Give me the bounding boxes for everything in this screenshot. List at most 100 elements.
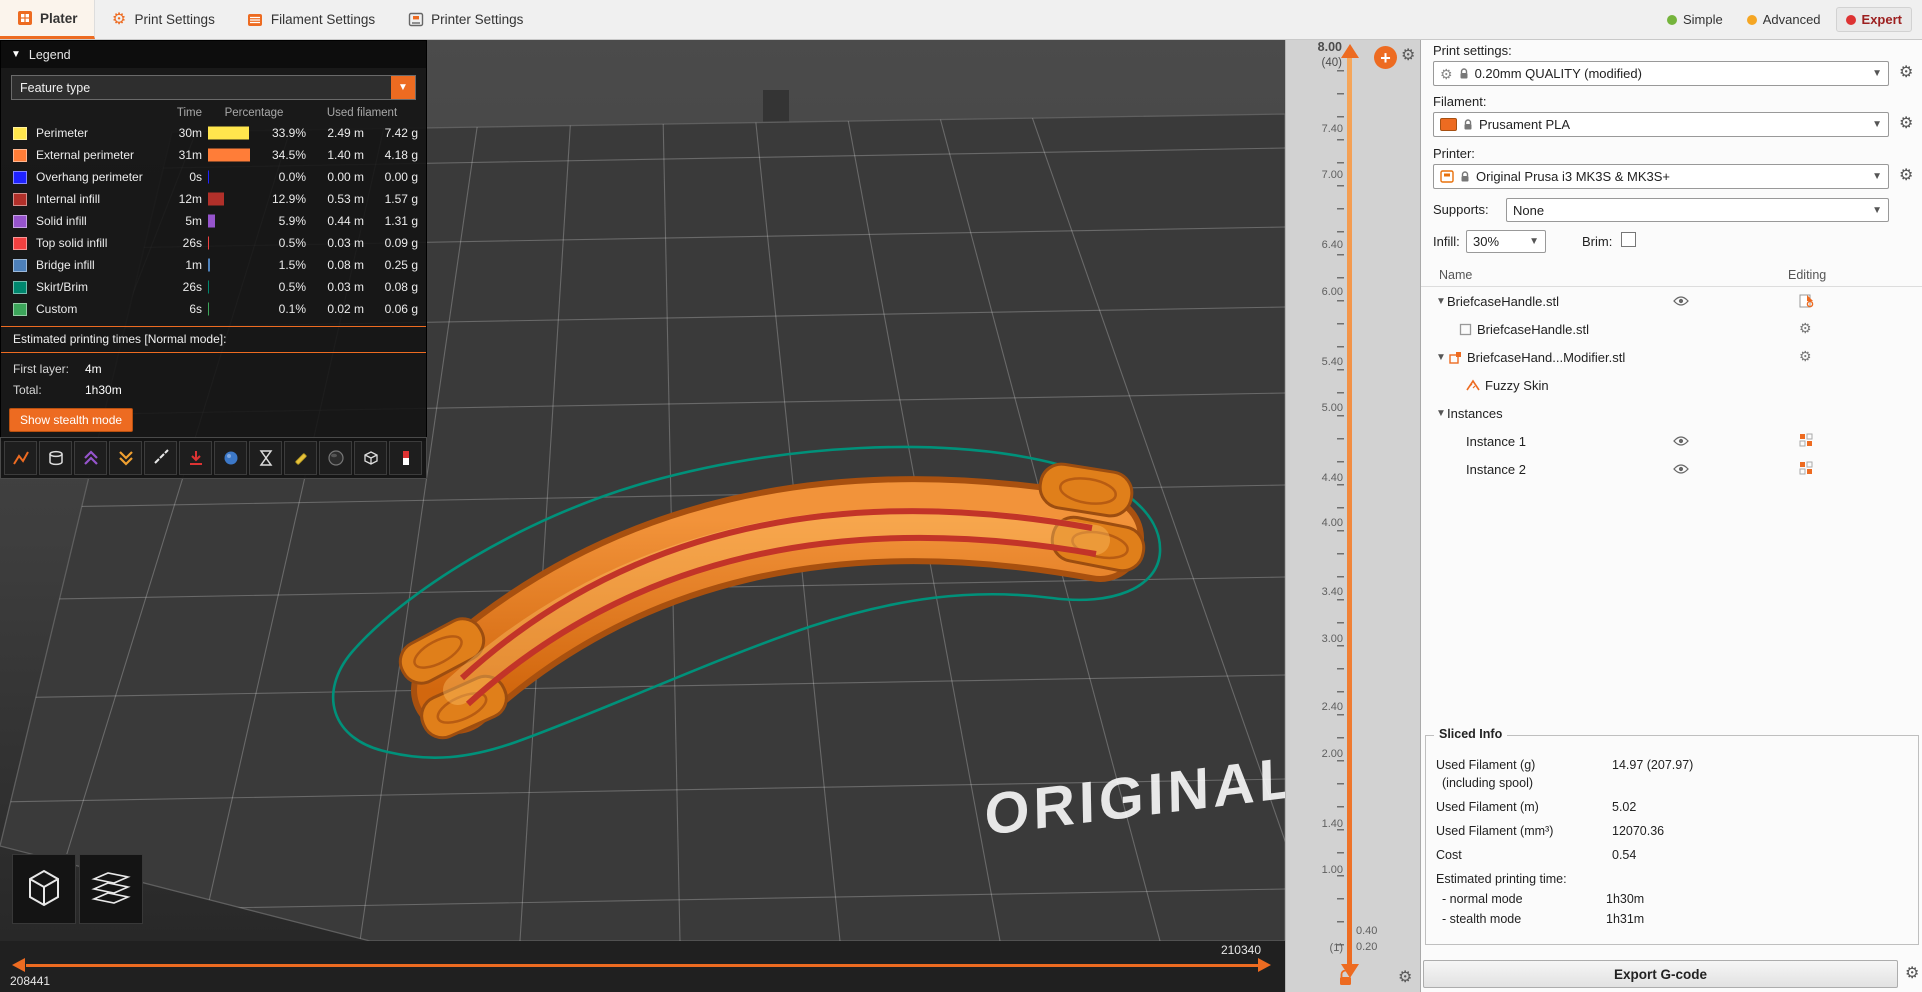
brim-checkbox[interactable]: [1621, 232, 1636, 247]
preview-cube-icon[interactable]: [354, 441, 387, 475]
slider-settings-gear-icon[interactable]: ⚙: [1401, 48, 1415, 64]
expander-icon[interactable]: ▼: [1435, 408, 1447, 419]
instance-grid-icon[interactable]: [1799, 461, 1813, 478]
layer-slider-handle[interactable]: [1341, 44, 1359, 58]
color-changes-icon[interactable]: [214, 441, 247, 475]
editing-column-header: Editing: [1788, 268, 1827, 282]
current-layer-height: 8.00: [1317, 40, 1342, 54]
move-slider-max-value: 210340: [1220, 943, 1261, 957]
feature-color-swatch: [13, 302, 27, 316]
eye-icon[interactable]: [1673, 435, 1689, 450]
custom-gcode-icon[interactable]: [284, 441, 317, 475]
object-tree: ▼ BriefcaseHandle.stl BriefcaseHandle.st…: [1421, 287, 1922, 483]
tree-row-volume[interactable]: BriefcaseHandle.stl ⚙: [1421, 315, 1922, 343]
legend-title: Legend: [28, 47, 71, 62]
legend-title-bar[interactable]: ▼ Legend: [1, 41, 426, 68]
instance-name: Instance 1: [1466, 433, 1526, 449]
feature-name: Internal infill: [36, 192, 101, 206]
expander-icon[interactable]: ▼: [1435, 352, 1447, 363]
deretractions-icon[interactable]: [74, 441, 107, 475]
mode-advanced[interactable]: Advanced: [1738, 8, 1830, 31]
tab-plater[interactable]: Plater: [0, 0, 95, 39]
legend-row: Bridge infill 1m 1.5% 0.08 m 0.25 g: [1, 254, 426, 276]
layer-tick-label: 6.00: [1321, 286, 1343, 298]
current-layer-number: (40): [1321, 57, 1342, 69]
advanced-mode-dot-icon: [1746, 14, 1757, 25]
layer-tick-label: 4.40: [1321, 472, 1343, 484]
show-stealth-mode-button[interactable]: Show stealth mode: [9, 408, 134, 432]
tree-row-modifier[interactable]: ▼ BriefcaseHand...Modifier.stl ⚙: [1421, 343, 1922, 371]
fuzzy-skin-icon: [1465, 379, 1481, 391]
export-gcode-button[interactable]: Export G-code: [1423, 960, 1898, 988]
edit-printer-gear-icon[interactable]: ⚙: [1899, 168, 1913, 184]
slider-gear-icon[interactable]: ⚙: [1398, 970, 1412, 986]
seams-icon[interactable]: [144, 441, 177, 475]
estimated-time-icon[interactable]: [249, 441, 282, 475]
layer-tick-label: 3.40: [1321, 586, 1343, 598]
name-column-header: Name: [1439, 268, 1473, 282]
volume-settings-gear-icon[interactable]: ⚙: [1799, 321, 1812, 335]
retractions-icon[interactable]: [109, 441, 142, 475]
simple-mode-dot-icon: [1666, 14, 1677, 25]
feature-name: Custom: [36, 302, 78, 316]
eye-icon[interactable]: [1673, 463, 1689, 478]
gear-icon: ⚙: [1440, 65, 1453, 82]
mode-simple[interactable]: Simple: [1658, 8, 1732, 31]
move-slider-right-arrow[interactable]: [1258, 958, 1271, 972]
lock-icon: [1464, 118, 1472, 129]
edit-print-settings-gear-icon[interactable]: ⚙: [1899, 65, 1913, 81]
supports-dropdown[interactable]: None ▼: [1506, 198, 1889, 222]
lock-icon[interactable]: [1338, 970, 1353, 986]
move-slider-left-arrow[interactable]: [12, 958, 25, 972]
layer-slider-panel: 8.00 (40) + ⚙ 7.40 7.00 6.40 6.00 5.40 5…: [1285, 40, 1420, 992]
expander-icon[interactable]: ▼: [1435, 296, 1447, 307]
instances-label: Instances: [1447, 405, 1503, 421]
view-mode-buttons: [12, 854, 143, 924]
supports-value: None: [1513, 202, 1545, 218]
legend-row: Solid infill 5m 5.9% 0.44 m 1.31 g: [1, 210, 426, 232]
tree-row-fuzzy-skin[interactable]: Fuzzy Skin: [1421, 371, 1922, 399]
wipe-icon[interactable]: [39, 441, 72, 475]
mode-expert[interactable]: Expert: [1835, 7, 1912, 32]
eye-icon[interactable]: [1673, 295, 1689, 310]
tab-printer-settings[interactable]: Printer Settings: [391, 0, 539, 39]
move-slider-track[interactable]: [26, 964, 1258, 967]
filament-dropdown[interactable]: Prusament PLA ▼: [1433, 112, 1889, 137]
export-settings-gear-icon[interactable]: ⚙: [1905, 966, 1919, 982]
pause-prints-icon[interactable]: [179, 441, 212, 475]
percent-bar: [208, 302, 209, 316]
layer-tick-label: 2.00: [1321, 748, 1343, 760]
legend-row: Top solid infill 26s 0.5% 0.03 m 0.09 g: [1, 232, 426, 254]
filament-value: Prusament PLA: [1479, 117, 1571, 132]
view-type-dropdown[interactable]: Feature type ▼: [11, 75, 416, 100]
infill-dropdown[interactable]: 30% ▼: [1466, 230, 1546, 253]
add-color-change-button[interactable]: +: [1374, 46, 1397, 69]
tree-row-instance[interactable]: Instance 1: [1421, 427, 1922, 455]
tree-row-instance[interactable]: Instance 2: [1421, 455, 1922, 483]
layers-icon: [91, 872, 131, 904]
edit-filament-gear-icon[interactable]: ⚙: [1899, 116, 1913, 132]
view-layers-button[interactable]: [79, 854, 143, 924]
print-settings-dropdown[interactable]: ⚙ 0.20mm QUALITY (modified) ▼: [1433, 61, 1889, 86]
legend-row: Perimeter 30m 33.9% 2.49 m 7.42 g: [1, 122, 426, 144]
instance-grid-icon[interactable]: [1799, 433, 1813, 450]
view-3d-button[interactable]: [12, 854, 76, 924]
layer-slider-track[interactable]: [1347, 58, 1352, 964]
feature-color-swatch: [13, 214, 27, 228]
tab-print-settings[interactable]: ⚙ Print Settings: [95, 0, 231, 39]
3d-viewport[interactable]: ORIGINAL P: [0, 40, 1285, 941]
shells-icon[interactable]: [319, 441, 352, 475]
printer-dropdown[interactable]: Original Prusa i3 MK3S & MK3S+ ▼: [1433, 164, 1889, 189]
travels-icon[interactable]: [4, 441, 37, 475]
object-settings-icon[interactable]: [1799, 293, 1814, 311]
tree-row-instances[interactable]: ▼ Instances: [1421, 399, 1922, 427]
tab-label: Printer Settings: [431, 12, 524, 27]
layer-tick-label: 0.20: [1356, 941, 1378, 953]
layer-tick-label: 4.00: [1321, 517, 1343, 529]
tab-filament-settings[interactable]: Filament Settings: [231, 0, 391, 39]
tree-row-object[interactable]: ▼ BriefcaseHandle.stl: [1421, 287, 1922, 315]
layer-tick-label: 5.40: [1321, 356, 1343, 368]
tool-marker-icon[interactable]: [389, 441, 422, 475]
print-settings-value: 0.20mm QUALITY (modified): [1474, 66, 1642, 81]
modifier-settings-gear-icon[interactable]: ⚙: [1799, 349, 1812, 363]
